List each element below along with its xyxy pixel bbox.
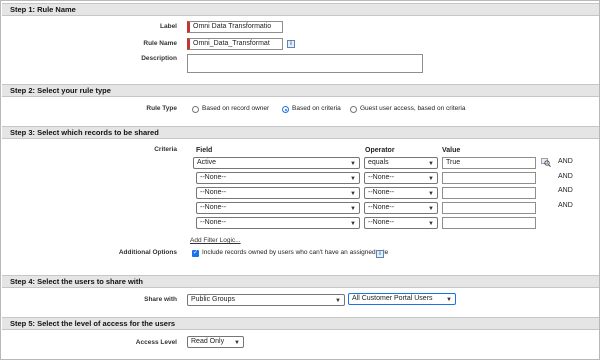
include-records-label: Include records owned by users who can't… [202,249,389,256]
step5-header: Step 5: Select the level of access for t… [2,317,599,330]
chevron-down-icon: ▼ [350,221,356,227]
rule-name-input[interactable]: Omni_Data_Transformat [187,38,283,50]
criteria-field-value: --None-- [200,189,227,196]
radio-based-on-criteria-label: Based on criteria [292,105,341,112]
criteria-operator-select-5[interactable]: --None-- ▼ [364,217,438,229]
chevron-down-icon: ▼ [428,161,434,167]
criteria-value-input-2[interactable] [442,172,536,184]
label-input[interactable]: Omni Data Transformatio [187,21,283,33]
rule-name-field-label: Rule Name [143,40,177,47]
criteria-field-select-5[interactable]: --None-- ▼ [196,217,360,229]
share-with-target-value: All Customer Portal Users [352,295,433,302]
description-field-label: Description [141,55,177,62]
chevron-down-icon: ▼ [350,206,356,212]
label-field-label: Label [160,23,177,30]
criteria-operator-value: equals [368,159,389,166]
criteria-field-select-4[interactable]: --None-- ▼ [196,202,360,214]
col-value-header: Value [442,147,461,154]
chevron-down-icon: ▼ [428,191,434,197]
criteria-operator-select-2[interactable]: --None-- ▼ [364,172,438,184]
criteria-operator-select-3[interactable]: --None-- ▼ [364,187,438,199]
sharing-rule-form: Step 1: Rule Name Label Omni Data Transf… [0,0,600,360]
rule-type-label: Rule Type [146,105,177,112]
criteria-field-value: Active [197,159,217,166]
radio-based-on-criteria[interactable] [282,106,289,113]
criteria-value-input-1[interactable]: True [442,157,536,169]
chevron-down-icon: ▼ [335,298,341,304]
chevron-down-icon: ▼ [350,176,356,182]
description-textarea[interactable] [187,54,423,73]
share-with-type-select[interactable]: Public Groups ▼ [187,294,345,306]
info-icon[interactable]: i [287,40,295,48]
access-level-select[interactable]: Read Only ▼ [187,336,244,348]
add-filter-logic-link[interactable]: Add Filter Logic... [190,237,241,244]
chevron-down-icon: ▼ [350,161,356,167]
conjunction-and-4: AND [558,202,573,209]
step1-header: Step 1: Rule Name [2,3,599,16]
criteria-operator-select-4[interactable]: --None-- ▼ [364,202,438,214]
chevron-down-icon: ▼ [446,297,452,303]
criteria-operator-value: --None-- [368,204,395,211]
chevron-down-icon: ▼ [428,221,434,227]
radio-guest-user-access[interactable] [350,106,357,113]
conjunction-and-1: AND [558,158,573,165]
chevron-down-icon: ▼ [428,176,434,182]
share-with-label: Share with [144,296,177,303]
criteria-field-value: --None-- [200,174,227,181]
criteria-value-input-3[interactable] [442,187,536,199]
step4-header: Step 4: Select the users to share with [2,275,599,288]
access-level-label: Access Level [135,339,177,346]
share-with-type-value: Public Groups [191,296,235,303]
criteria-label: Criteria [154,146,177,153]
lookup-icon[interactable] [541,158,551,167]
chevron-down-icon: ▼ [428,206,434,212]
criteria-field-select-1[interactable]: Active ▼ [193,157,360,169]
criteria-operator-value: --None-- [368,174,395,181]
radio-guest-user-access-label: Guest user access, based on criteria [360,105,466,112]
criteria-field-value: --None-- [200,204,227,211]
chevron-down-icon: ▼ [234,340,240,346]
include-records-checkbox[interactable]: ✓ [192,250,199,257]
criteria-operator-select-1[interactable]: equals ▼ [364,157,438,169]
criteria-value-input-5[interactable] [442,217,536,229]
radio-record-owner[interactable] [192,106,199,113]
step3-header: Step 3: Select which records to be share… [2,126,599,139]
criteria-field-select-2[interactable]: --None-- ▼ [196,172,360,184]
step2-header: Step 2: Select your rule type [2,84,599,97]
radio-record-owner-label: Based on record owner [202,105,270,112]
criteria-operator-value: --None-- [368,219,395,226]
additional-options-label: Additional Options [118,249,177,256]
conjunction-and-3: AND [558,187,573,194]
criteria-field-select-3[interactable]: --None-- ▼ [196,187,360,199]
conjunction-and-2: AND [558,173,573,180]
col-operator-header: Operator [365,147,395,154]
access-level-value: Read Only [191,338,225,345]
criteria-operator-value: --None-- [368,189,395,196]
info-icon[interactable]: i [376,250,384,258]
share-with-target-select[interactable]: All Customer Portal Users ▼ [348,293,456,305]
col-field-header: Field [196,147,213,154]
criteria-value-input-4[interactable] [442,202,536,214]
criteria-field-value: --None-- [200,219,227,226]
chevron-down-icon: ▼ [350,191,356,197]
